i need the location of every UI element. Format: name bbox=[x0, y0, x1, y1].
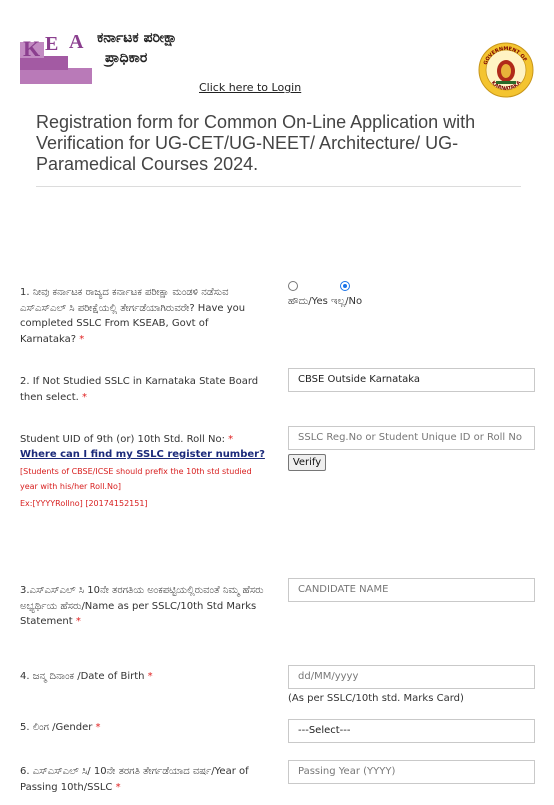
logo-letter-e: E bbox=[45, 33, 58, 55]
required-marker: * bbox=[79, 333, 85, 345]
org-name: ಕರ್ನಾಟಕ ಪರೀಕ್ಷಾ ಪ್ರಾಧಿಕಾರ bbox=[97, 28, 177, 68]
kea-logo: K E A bbox=[20, 31, 92, 84]
required-marker: * bbox=[82, 391, 88, 403]
logo-letter-a: A bbox=[69, 31, 84, 53]
q2-label-text: 2. If Not Studied SSLC in Karnataka Stat… bbox=[20, 376, 259, 403]
required-marker: * bbox=[228, 434, 234, 445]
logo-letter-k: K bbox=[23, 36, 40, 61]
q4-label: 4. ಜನ್ಮ ದಿನಾಂಕ /Date of Birth * bbox=[20, 669, 265, 685]
uid-input[interactable]: SSLC Reg.No or Student Unique ID or Roll… bbox=[288, 426, 535, 450]
q3-label: 3.ಎಸ್‌ಎಸ್‌ಎಲ್ ಸಿ 10ನೇ ತರಗತಿಯ ಅಂಕಪಟ್ಟಿಯಲ್… bbox=[20, 583, 265, 630]
uid-note: [Students of CBSE/ICSE should prefix the… bbox=[20, 467, 252, 491]
required-marker: * bbox=[75, 616, 81, 627]
q1-label-text: 1. ನೀವು ಕರ್ನಾಟಕ ರಾಜ್ಯದ ಕರ್ನಾಟಕ ಪರೀಕ್ಷಾ ಮ… bbox=[20, 287, 246, 345]
logo-base-step bbox=[20, 68, 92, 84]
uid-label: Student UID of 9th (or) 10th Std. Roll N… bbox=[20, 432, 265, 448]
q1-radio-yes[interactable] bbox=[288, 281, 298, 291]
uid-label-text: Student UID of 9th (or) 10th Std. Roll N… bbox=[20, 434, 225, 445]
dob-hint: (As per SSLC/10th std. Marks Card) bbox=[288, 693, 464, 704]
q1-options-label: ಹೌದು/Yes ಇಲ್ಲ/No bbox=[288, 296, 363, 307]
login-link[interactable]: Click here to Login bbox=[199, 81, 301, 94]
uid-example: Ex:[YYYYRollno] [20174152151] bbox=[20, 499, 148, 508]
find-register-number-link[interactable]: Where can I find my SSLC register number… bbox=[20, 449, 265, 460]
required-marker: * bbox=[115, 781, 121, 793]
q2-label: 2. If Not Studied SSLC in Karnataka Stat… bbox=[20, 374, 265, 405]
q1-radio-no[interactable] bbox=[340, 281, 350, 291]
required-marker: * bbox=[147, 671, 153, 682]
org-name-line2: ಪ್ರಾಧಿಕಾರ bbox=[105, 50, 148, 66]
q1-label: 1. ನೀವು ಕರ್ನಾಟಕ ರಾಜ್ಯದ ಕರ್ನಾಟಕ ಪರೀಕ್ಷಾ ಮ… bbox=[20, 285, 265, 347]
gender-select[interactable]: ---Select--- bbox=[288, 719, 535, 743]
title-divider bbox=[36, 186, 521, 187]
q4-label-text: 4. ಜನ್ಮ ದಿನಾಂಕ /Date of Birth bbox=[20, 671, 145, 682]
q6-label: 6. ಎಸ್‌ಎಸ್‌ಎಲ್ ಸಿ/ 10ನೇ ತರಗತಿ ತೇರ್ಗಡೆಯಾದ… bbox=[20, 764, 265, 795]
q5-label: 5. ಲಿಂಗ /Gender * bbox=[20, 720, 265, 736]
required-marker: * bbox=[95, 722, 101, 733]
q6-label-text: 6. ಎಸ್‌ಎಸ್‌ಎಲ್ ಸಿ/ 10ನೇ ತರಗತಿ ತೇರ್ಗಡೆಯಾದ… bbox=[20, 766, 249, 793]
form-title: Registration form for Common On-Line App… bbox=[36, 112, 476, 174]
verify-button[interactable]: Verify bbox=[288, 454, 326, 471]
dob-input[interactable]: dd/MM/yyyy bbox=[288, 665, 535, 689]
q2-board-select[interactable]: CBSE Outside Karnataka bbox=[288, 368, 535, 392]
org-name-line1: ಕರ್ನಾಟಕ ಪರೀಕ್ಷಾ bbox=[97, 30, 178, 46]
passing-year-input[interactable]: Passing Year (YYYY) bbox=[288, 760, 535, 784]
government-emblem: GOVERNMENT OF KARNATAKA bbox=[478, 42, 534, 98]
q3-label-text: 3.ಎಸ್‌ಎಸ್‌ಎಲ್ ಸಿ 10ನೇ ತರಗತಿಯ ಅಂಕಪಟ್ಟಿಯಲ್… bbox=[20, 585, 264, 627]
candidate-name-input[interactable]: CANDIDATE NAME bbox=[288, 578, 535, 602]
q5-label-text: 5. ಲಿಂಗ /Gender bbox=[20, 722, 93, 733]
